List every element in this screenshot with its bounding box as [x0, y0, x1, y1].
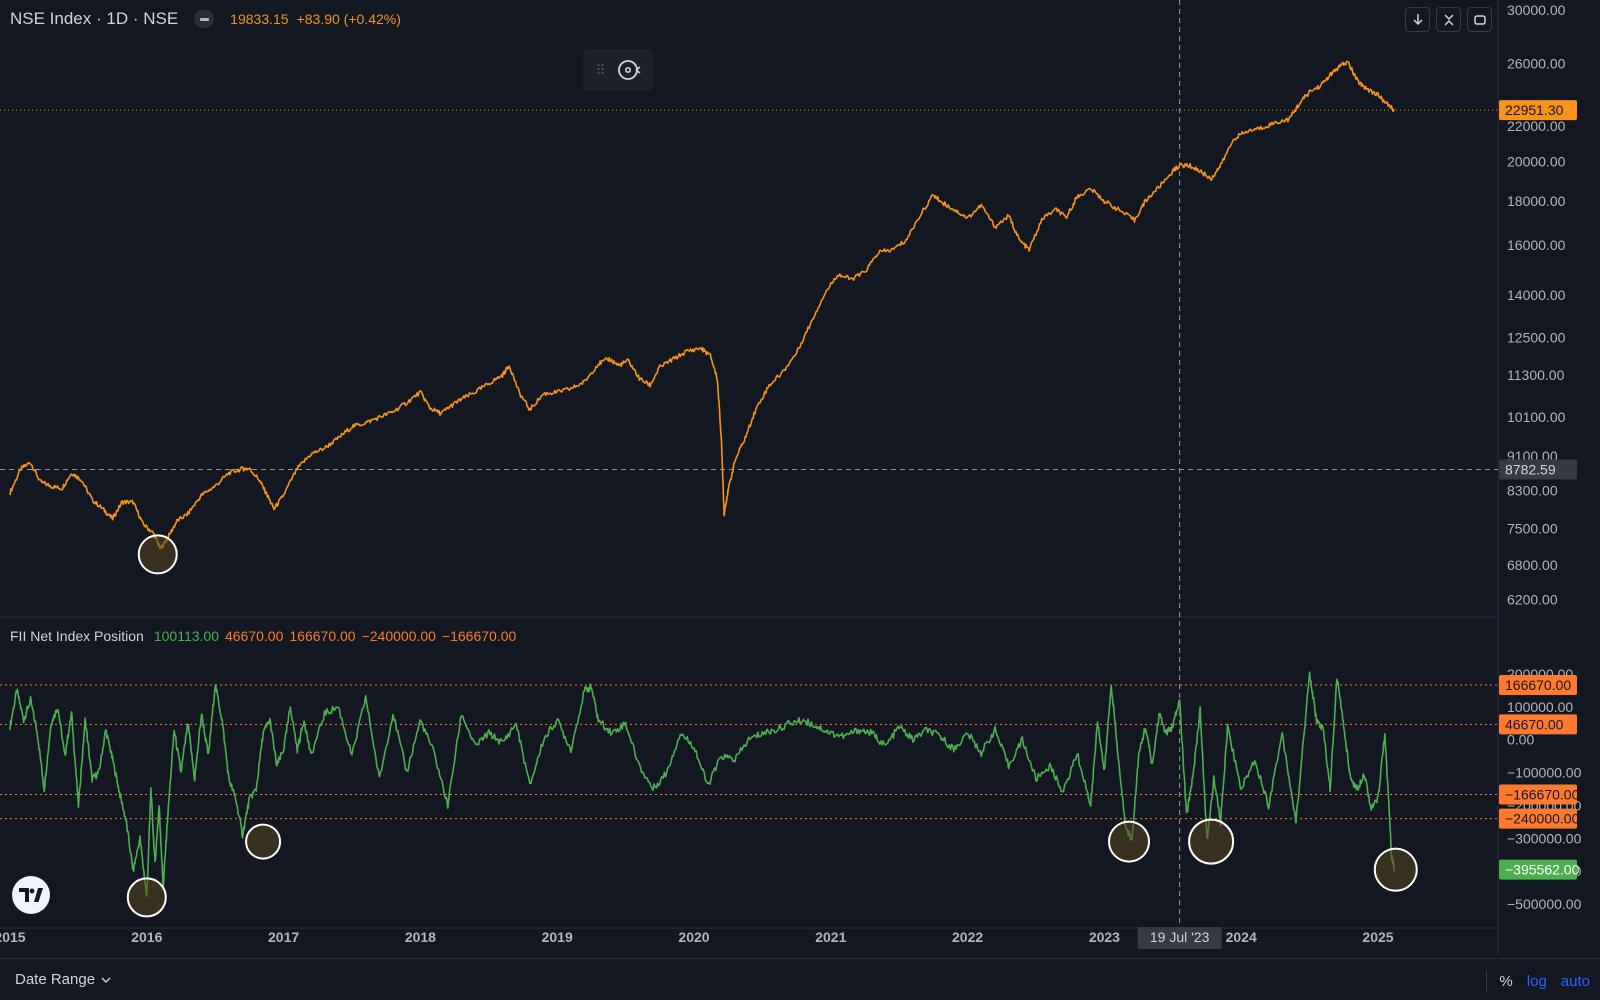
bottom-toolbar: Date Range % log auto [0, 958, 1600, 1000]
time-axis-label: 2015 [0, 929, 26, 945]
threshold-badge-text: −166670.00 [1505, 786, 1580, 802]
chart-app: 30000.00 26000.00 22000.00 20000.00 18000.00… [0, 0, 1600, 1000]
price-axis-tick-label: 8300.00 [1507, 483, 1558, 499]
indicator-value: 46670.00 [224, 628, 284, 644]
time-axis-label: 2020 [678, 929, 709, 945]
log-scale-toggle[interactable]: log [1527, 973, 1547, 990]
time-axis-label: 2024 [1226, 929, 1257, 945]
crosshair-date-badge: 19 Jul '23 [1137, 927, 1222, 949]
price-series-line [9, 60, 1396, 550]
collapse-pane-button[interactable] [1436, 7, 1461, 32]
floating-drawing-toolbar: ⠿ [583, 49, 653, 91]
pane-buttons [1405, 7, 1492, 32]
threshold-badge: −166670.00 [1499, 784, 1580, 805]
download-button[interactable] [1405, 7, 1430, 32]
price-axis-tick-label: 12500.00 [1507, 329, 1566, 345]
annotation-circle[interactable] [126, 877, 167, 918]
threshold-lines [0, 109, 1498, 820]
annotation-circle[interactable] [1373, 847, 1418, 892]
time-axis-label: 2016 [131, 929, 162, 945]
crosshair-price-badge: 8782.59 [1499, 459, 1577, 480]
time-axis-label: 2022 [952, 929, 983, 945]
indicator-value: −240000.00 [361, 628, 436, 644]
legend-collapse-button[interactable] [194, 10, 215, 28]
indicator-axis-tick-label: −300000.00 [1507, 830, 1582, 846]
maximize-pane-button[interactable] [1467, 7, 1492, 32]
crosshair-price-badge-text: 8782.59 [1505, 461, 1556, 477]
threshold-badge: −240000.00 [1499, 808, 1580, 829]
last-price-badge-text: 22951.30 [1505, 102, 1564, 118]
chevron-down-icon [101, 977, 111, 983]
indicator-value: 166670.00 [289, 628, 356, 644]
crosshair [0, 0, 1498, 928]
symbol-title[interactable]: NSE Index · 1D · NSE [10, 9, 178, 29]
maximize-icon [1473, 14, 1486, 25]
time-axis-label: 2025 [1362, 929, 1393, 945]
main-legend: NSE Index · 1D · NSE 19833.15 +83.90 (+0… [10, 9, 401, 29]
auto-scale-toggle[interactable]: auto [1561, 973, 1590, 990]
time-axis-label: 2018 [405, 929, 436, 945]
percent-scale-toggle[interactable]: % [1499, 973, 1512, 990]
price-axis-tick-label: 10100.00 [1507, 409, 1566, 425]
date-range-label: Date Range [15, 971, 96, 988]
tradingview-logo-icon [19, 888, 43, 902]
price-axis-tick-label: 11300.00 [1507, 367, 1565, 383]
price-axis-tick-label: 18000.00 [1507, 193, 1566, 209]
price-axis-tick-label: 7500.00 [1507, 521, 1558, 537]
indicator-legend: FII Net Index Position 100113.00 46670.0… [10, 626, 516, 646]
time-axis[interactable]: 2015 2016 2017 2018 2019 2020 2021 2022 2023 2024… [0, 927, 1394, 949]
last-price-badge: 22951.30 [1499, 100, 1577, 121]
price-axis-tick-label: 6200.00 [1507, 592, 1558, 608]
collapse-icon [1443, 13, 1454, 26]
last-value-badge-text: −395562.00 [1505, 862, 1580, 878]
threshold-badge: 166670.00 [1499, 674, 1577, 695]
price-axis-tick-label: 26000.00 [1507, 56, 1566, 72]
ohlc-value: 19833.15 [230, 11, 289, 27]
price-axis-tick-label: 14000.00 [1507, 287, 1566, 303]
indicator-axis-tick-label: 100000.00 [1507, 699, 1573, 715]
annotation-circle[interactable] [1108, 820, 1151, 863]
time-axis-label: 2023 [1089, 929, 1120, 945]
download-icon [1412, 13, 1423, 25]
last-value-badge: −395562.00 [1499, 859, 1580, 880]
price-axis-tick-label: 16000.00 [1507, 237, 1566, 253]
crosshair-date-label: 19 Jul '23 [1150, 929, 1210, 945]
chart-canvas[interactable]: 30000.00 26000.00 22000.00 20000.00 18000.00… [0, 0, 1600, 1000]
indicator-axis-tick-label: −100000.00 [1507, 765, 1582, 781]
change-value: +83.90 (+0.42%) [296, 11, 401, 27]
threshold-badge: 46670.00 [1499, 714, 1577, 735]
indicator-series-line [9, 671, 1396, 897]
price-axis[interactable]: 30000.00 26000.00 22000.00 20000.00 18000.00… [1507, 2, 1582, 912]
time-axis-label: 2019 [542, 929, 573, 945]
annotation-circle[interactable] [245, 823, 282, 860]
date-range-button[interactable]: Date Range [15, 971, 111, 988]
annotation-circle[interactable] [137, 534, 178, 575]
price-axis-tick-label: 22000.00 [1507, 118, 1566, 134]
series-layer [9, 60, 1396, 897]
threshold-badge-text: 166670.00 [1505, 677, 1571, 693]
price-axis-tick-label: 6800.00 [1507, 557, 1558, 573]
tradingview-logo[interactable] [12, 876, 50, 914]
annotation-circle[interactable] [1188, 818, 1235, 865]
threshold-badge-text: −240000.00 [1505, 811, 1580, 827]
separator [1486, 970, 1488, 992]
settings-target-icon[interactable] [617, 58, 641, 82]
price-axis-tick-label: 20000.00 [1507, 154, 1566, 170]
time-axis-label: 2017 [268, 929, 299, 945]
drag-handle-icon[interactable]: ⠿ [595, 63, 605, 77]
indicator-value: 100113.00 [153, 628, 219, 644]
time-axis-label: 2021 [815, 929, 846, 945]
indicator-title[interactable]: FII Net Index Position [10, 628, 144, 644]
threshold-badge-text: 46670.00 [1505, 716, 1564, 732]
indicator-value: −166670.00 [441, 628, 517, 644]
scale-options: % log auto [1486, 970, 1590, 992]
price-axis-tick-label: 30000.00 [1507, 2, 1566, 18]
indicator-axis-tick-label: −500000.00 [1507, 896, 1582, 912]
